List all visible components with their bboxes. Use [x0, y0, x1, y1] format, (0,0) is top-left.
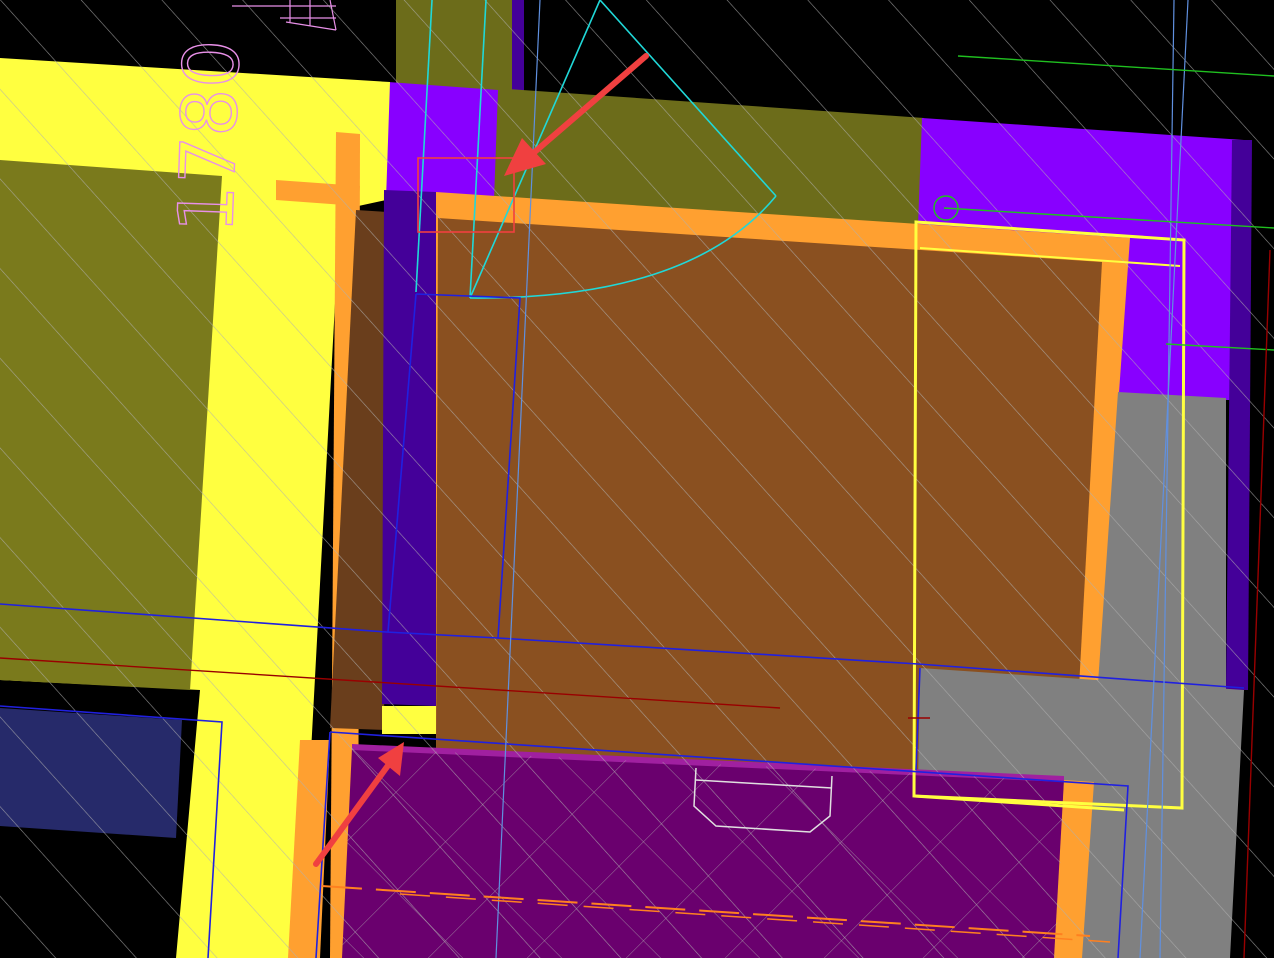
dimension-text: 1780	[161, 38, 257, 234]
cad-drawing: 1780	[0, 0, 1274, 958]
cad-viewport[interactable]: 1780	[0, 0, 1274, 958]
